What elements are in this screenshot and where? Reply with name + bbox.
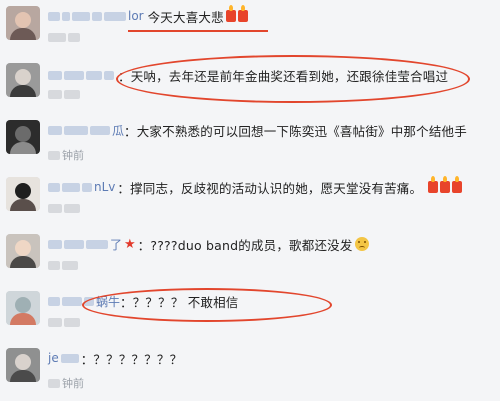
comment-username[interactable]: 了 xyxy=(110,236,122,253)
comment-item: je ：？？？？？？？ 钟前 xyxy=(0,342,500,399)
username-blur xyxy=(62,11,70,21)
comment-time: 钟前 xyxy=(48,147,84,163)
comment-username[interactable]: je xyxy=(48,351,59,365)
comment-text: ：撑同志，反歧视的活动认识的她，愿天堂没有苦痛。 xyxy=(117,180,423,196)
star-icon: ★ xyxy=(124,236,136,252)
candle-icon xyxy=(225,5,236,22)
comment-time xyxy=(48,90,82,99)
avatar[interactable] xyxy=(6,177,40,211)
comment-item: nLv ：撑同志，反歧视的活动认识的她，愿天堂没有苦痛。 xyxy=(0,171,500,228)
comment-time xyxy=(48,33,82,42)
comment-time xyxy=(48,204,82,213)
comment-time xyxy=(48,318,82,327)
username-blur xyxy=(48,11,60,21)
comment-item: lor 今天大喜大悲 xyxy=(0,0,500,57)
candle-icon xyxy=(440,176,451,193)
comment-text: 今天大喜大悲 xyxy=(147,9,224,25)
comment-username[interactable]: 瓜 xyxy=(112,122,124,139)
username-blur xyxy=(92,11,102,21)
annotation-underline xyxy=(128,30,268,32)
avatar[interactable] xyxy=(6,6,40,40)
avatar[interactable] xyxy=(6,234,40,268)
username-blur xyxy=(72,11,90,21)
avatar[interactable] xyxy=(6,63,40,97)
candle-icon xyxy=(237,5,248,22)
annotation-ellipse xyxy=(116,55,470,103)
comment-username[interactable]: lor xyxy=(128,9,144,23)
avatar[interactable] xyxy=(6,348,40,382)
sad-face-icon xyxy=(354,237,369,251)
avatar[interactable] xyxy=(6,291,40,325)
comment-time xyxy=(48,261,80,270)
comment-time: 钟前 xyxy=(48,375,84,391)
comment-text: ：大家不熟悉的可以回想一下陈奕迅《喜帖街》中那个结他手 xyxy=(124,123,467,139)
candle-icon xyxy=(452,176,463,193)
comment-text: ：？？？？？？？ xyxy=(80,351,183,367)
comment-text: ：????duo band的成员，歌都还没发 xyxy=(137,237,353,253)
comment-item: 了 ★ ：????duo band的成员，歌都还没发 xyxy=(0,228,500,285)
comment-username[interactable]: nLv xyxy=(94,180,115,194)
avatar[interactable] xyxy=(6,120,40,154)
username-blur xyxy=(104,11,126,21)
comment-item: 瓜 ：大家不熟悉的可以回想一下陈奕迅《喜帖街》中那个结他手 钟前 xyxy=(0,114,500,171)
annotation-ellipse xyxy=(82,288,332,322)
candle-icon xyxy=(428,176,439,193)
